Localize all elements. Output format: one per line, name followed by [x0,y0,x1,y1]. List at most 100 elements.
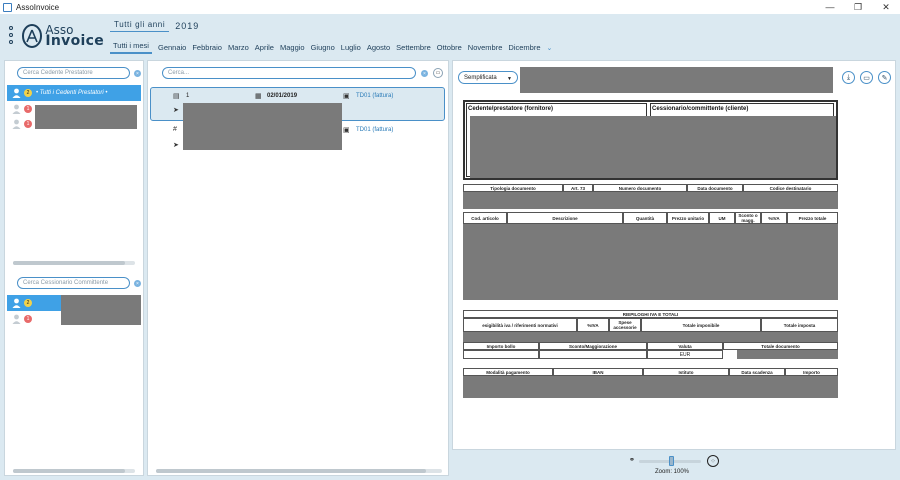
person-icon [12,88,21,98]
window-title: AssoInvoice [16,2,60,12]
month-tab-febbraio[interactable]: Febbraio [192,43,222,52]
col-iva: %IVA [761,212,787,224]
document-icon: ▣ [343,127,350,134]
month-tab-all[interactable]: Tutti i mesi [110,41,152,54]
col-sconto: Sconto o magg. [735,212,761,224]
month-filter: Tutti i mesi Gennaio Febbraio Marzo Apri… [110,41,552,54]
month-tab-gennaio[interactable]: Gennaio [158,43,186,52]
person-icon [12,104,21,114]
col-riep-iva: %IVA [577,318,609,332]
month-tab-settembre[interactable]: Settembre [396,43,431,52]
clear-search-icon[interactable]: × [134,70,141,77]
col-valuta: Valuta [647,342,723,350]
edit-button[interactable]: ✎ [878,71,891,84]
document-search-input[interactable]: Cerca... [162,67,416,79]
cedente-label: • Tutti i Cedenti Prestatori • [36,90,108,96]
col-prezzo-totale: Prezzo totale [787,212,838,224]
app-logo: Asso Invoice [22,21,104,51]
col-cod-articolo: Cod. articolo [463,212,507,224]
app-header: Asso Invoice Tutti gli anni 2019 Tutti i… [0,14,900,56]
cedente-title: Cedente/prestatore (fornitore) [468,106,554,112]
send-icon: ➤ [173,107,179,114]
col-sconto-magg: Sconto/Maggiorazione [539,342,647,350]
maximize-button[interactable]: ❐ [844,0,872,14]
person-icon [12,314,21,324]
send-icon: ➤ [173,142,179,149]
redacted-lines [463,224,838,300]
zoom-slider-handle[interactable] [669,456,674,466]
zoom-label: Zoom: 100% [655,469,690,475]
fit-page-icon[interactable]: ⁘ [707,455,719,467]
close-button[interactable]: ✕ [872,0,900,14]
view-mode-select[interactable]: Semplificata ▼ [458,71,518,84]
month-tab-giugno[interactable]: Giugno [311,43,335,52]
month-tab-aprile[interactable]: Aprile [255,43,274,52]
person-icon [12,298,21,308]
view-mode-value: Semplificata [464,74,497,81]
value-valuta: EUR [647,350,723,359]
redacted-cedenti [35,105,137,129]
redacted-document-info [183,103,342,150]
month-tab-dicembre[interactable]: Dicembre [508,43,540,52]
col-imponibile: Totale imponibile [641,318,761,332]
col-istituto: Istituto [643,368,729,376]
chevron-down-icon[interactable]: ⌄ [547,44,553,52]
riepilogo-title: RIEPILOGHI IVA E TOTALI [463,310,838,318]
col-data: Data documento [687,184,743,192]
redacted-riepilogo [463,332,838,342]
col-importo: Importo [785,368,838,376]
all-years-tab[interactable]: Tutti gli anni [110,20,170,32]
month-tab-ottobre[interactable]: Ottobre [437,43,462,52]
chevron-down-icon: ▼ [507,76,512,82]
redacted-totale [737,350,838,359]
hash-icon: # [173,126,177,133]
menu-dots-icon[interactable] [8,26,14,44]
cedente-row-all[interactable]: 2 • Tutti i Cedenti Prestatori • [7,85,141,101]
invoice-document: Cedente/prestatore (fornitore) Cessionar… [461,98,839,410]
redacted-doc-data [463,192,838,209]
month-tab-luglio[interactable]: Luglio [341,43,361,52]
year-2019-tab[interactable]: 2019 [175,21,199,31]
left-panel: Cerca Cedente Prestatore × 2 • Tutti i C… [4,60,144,476]
app-icon [3,2,12,12]
print-button[interactable]: ▭ [860,71,873,84]
title-bar: AssoInvoice — ❐ ✕ [0,0,900,14]
download-button[interactable]: ⤓ [842,71,855,84]
cessionario-title: Cessionario/committente (cliente) [652,106,749,112]
month-tab-maggio[interactable]: Maggio [280,43,305,52]
clear-search-icon[interactable]: × [421,70,428,77]
month-tab-agosto[interactable]: Agosto [367,43,390,52]
value-bollo [463,350,539,359]
zoom-out-icon[interactable]: ⚭ [629,456,635,464]
cessionario-search-input[interactable]: Cerca Cessionario Committente [17,277,130,289]
redacted-cessionari [61,295,141,325]
col-quantita: Quantità [623,212,667,224]
clear-search-icon[interactable]: × [134,280,141,287]
count-badge: 2 [24,299,32,307]
col-codice: Codice destinatario [743,184,838,192]
calendar-icon: ▦ [255,93,262,100]
month-tab-marzo[interactable]: Marzo [228,43,249,52]
count-badge: 1 [24,120,32,128]
document-date: 02/01/2019 [267,93,298,99]
col-esigibilita: esigibilità iva / riferimenti normativi [463,318,577,332]
logo-mark-icon [22,24,43,48]
col-spese: Spese accessorie [609,318,641,332]
cessionari-scrollbar[interactable] [13,469,135,473]
col-scadenza: Data scadenza [729,368,785,376]
minimize-button[interactable]: — [816,0,844,14]
value-sconto [539,350,647,359]
month-tab-novembre[interactable]: Novembre [468,43,503,52]
print-list-icon[interactable]: ▭ [433,68,443,78]
cedenti-scrollbar[interactable] [13,261,135,265]
count-badge: 2 [24,89,32,97]
redacted-parties [470,116,836,178]
count-badge: 1 [24,315,32,323]
col-iban: IBAN [553,368,643,376]
document-list-scrollbar[interactable] [156,469,442,473]
document-icon: ▣ [343,93,350,100]
cedente-search-input[interactable]: Cerca Cedente Prestatore [17,67,130,79]
col-art73: Art. 73 [563,184,593,192]
col-totale-documento: Totale documento [723,342,838,350]
col-um: UM [709,212,735,224]
